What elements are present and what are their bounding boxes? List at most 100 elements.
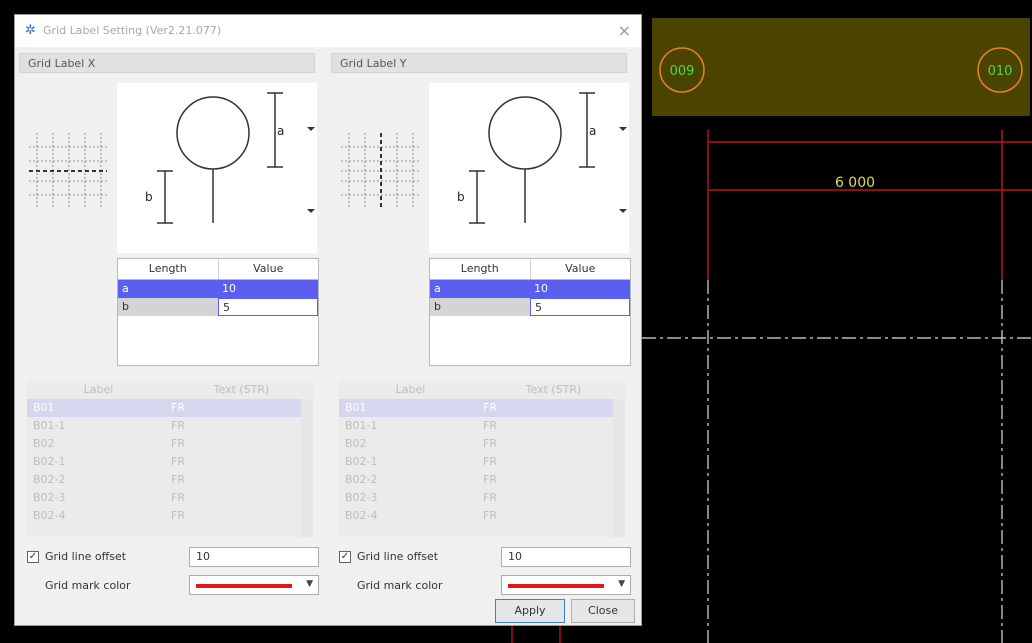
list-item-text: FR	[483, 401, 497, 414]
list-item-label: B02-2	[345, 473, 378, 486]
length-column-header: Length	[430, 259, 531, 279]
list-item-label: B02	[33, 437, 55, 450]
list-item: B02-1 FR	[339, 453, 625, 471]
list-item-label: B02-2	[33, 473, 66, 486]
grid-mark-color-dropdown[interactable]: ▼	[501, 575, 631, 595]
grid-mark-color-label: Grid mark color	[45, 579, 131, 592]
value-column-header: Value	[565, 262, 596, 275]
list-item-text: FR	[483, 437, 497, 450]
label-column-header: Label	[395, 383, 426, 396]
length-table-x: Length Value a 10 b 5	[117, 258, 319, 366]
length-column-header: Length	[118, 259, 219, 279]
grid-line-offset-label: Grid line offset	[357, 550, 439, 563]
list-item-text: FR	[171, 437, 185, 450]
list-item: B02 FR	[27, 435, 313, 453]
grid-mark-color-row: Grid mark color ▼	[27, 575, 323, 597]
list-item: B02-3 FR	[339, 489, 625, 507]
list-item-text: FR	[171, 401, 185, 414]
panel-grid-label-y: Grid Label Y a b Length Value a 10 b 5 L…	[331, 53, 631, 595]
grid-line-offset-input[interactable]: 10	[501, 547, 631, 567]
grid-marker-009-label: 009	[670, 64, 695, 79]
list-item: B01 FR	[339, 399, 625, 417]
label-list-scrollbar	[301, 399, 313, 537]
grid-preview-y-icon	[341, 133, 419, 209]
grid-mark-color-label: Grid mark color	[357, 579, 443, 592]
grid-label-setting-dialog: ✲ Grid Label Setting (Ver2.21.077) × Gri…	[14, 14, 642, 626]
panel-x-header: Grid Label X	[19, 53, 315, 73]
list-item-text: FR	[171, 419, 185, 432]
table-row-b[interactable]: b 5	[118, 298, 318, 316]
grid-line-offset-row: ✓ Grid line offset 10	[27, 547, 323, 569]
list-item-label: B01-1	[345, 419, 378, 432]
dim-b-label: b	[145, 190, 153, 204]
list-item-label: B02-4	[345, 509, 378, 522]
list-item-label: B02-4	[33, 509, 66, 522]
text-column-header: Text (STR)	[525, 383, 582, 396]
panel-y-header: Grid Label Y	[331, 53, 627, 73]
close-icon[interactable]: ×	[618, 21, 631, 40]
grid-mark-color-row: Grid mark color ▼	[339, 575, 635, 597]
label-dimension-diagram: a b	[117, 83, 317, 253]
length-cell: b	[430, 298, 530, 316]
color-swatch	[196, 584, 292, 588]
dimension-text: 6 000	[835, 175, 875, 191]
grid-line-offset-checkbox[interactable]: ✓	[27, 551, 39, 563]
list-item: B02-3 FR	[27, 489, 313, 507]
grid-line-offset-checkbox[interactable]: ✓	[339, 551, 351, 563]
value-column-header: Value	[253, 262, 284, 275]
list-item-label: B02-3	[33, 491, 66, 504]
length-cell: a	[430, 280, 530, 298]
grid-line-offset-input[interactable]: 10	[189, 547, 319, 567]
list-item: B01-1 FR	[27, 417, 313, 435]
list-item: B02-4 FR	[27, 507, 313, 525]
list-item-label: B02-1	[33, 455, 66, 468]
window-title: Grid Label Setting (Ver2.21.077)	[43, 24, 222, 37]
length-table-y: Length Value a 10 b 5	[429, 258, 631, 366]
grid-marker-010-label: 010	[988, 64, 1013, 79]
value-cell-editing[interactable]: 5	[530, 298, 630, 316]
label-dimension-diagram: a b	[429, 83, 629, 253]
value-cell[interactable]: 10	[218, 280, 318, 298]
app-gear-icon: ✲	[25, 23, 36, 38]
list-item-text: FR	[171, 473, 185, 486]
list-item: B02 FR	[339, 435, 625, 453]
list-item: B02-2 FR	[339, 471, 625, 489]
list-item-label: B02	[345, 437, 367, 450]
label-list-y: Label Text (STR) B01 FR B01-1 FR B02 FR B02…	[339, 381, 625, 537]
list-item-text: FR	[171, 455, 185, 468]
grid-mark-color-dropdown[interactable]: ▼	[189, 575, 319, 595]
list-item: B01 FR	[27, 399, 313, 417]
value-cell[interactable]: 10	[530, 280, 630, 298]
text-column-header: Text (STR)	[213, 383, 270, 396]
list-item-label: B01	[33, 401, 55, 414]
list-item: B02-2 FR	[27, 471, 313, 489]
length-cell: b	[118, 298, 218, 316]
list-item-text: FR	[171, 509, 185, 522]
list-item: B02-1 FR	[27, 453, 313, 471]
list-item-text: FR	[483, 455, 497, 468]
list-item-text: FR	[483, 473, 497, 486]
list-item-label: B02-1	[345, 455, 378, 468]
label-list-x: Label Text (STR) B01 FR B01-1 FR B02 FR B02…	[27, 381, 313, 537]
list-item-text: FR	[483, 491, 497, 504]
list-item: B02-4 FR	[339, 507, 625, 525]
length-cell: a	[118, 280, 218, 298]
close-button[interactable]: Close	[571, 599, 635, 623]
dim-b-label: b	[457, 190, 465, 204]
grid-line-offset-row: ✓ Grid line offset 10	[339, 547, 635, 569]
table-row-a[interactable]: a 10	[430, 280, 630, 298]
chevron-down-icon: ▼	[618, 579, 625, 589]
table-row-b[interactable]: b 5	[430, 298, 630, 316]
list-item-text: FR	[483, 509, 497, 522]
table-row-a[interactable]: a 10	[118, 280, 318, 298]
title-bar[interactable]: ✲ Grid Label Setting (Ver2.21.077) ×	[15, 15, 641, 47]
list-item-text: FR	[171, 491, 185, 504]
list-item-text: FR	[483, 419, 497, 432]
list-item: B01-1 FR	[339, 417, 625, 435]
dim-a-label: a	[589, 124, 596, 138]
apply-button[interactable]: Apply	[495, 599, 565, 623]
list-item-label: B01	[345, 401, 367, 414]
value-cell-editing[interactable]: 5	[218, 298, 318, 316]
grid-line-offset-label: Grid line offset	[45, 550, 127, 563]
label-list-scrollbar	[613, 399, 625, 537]
